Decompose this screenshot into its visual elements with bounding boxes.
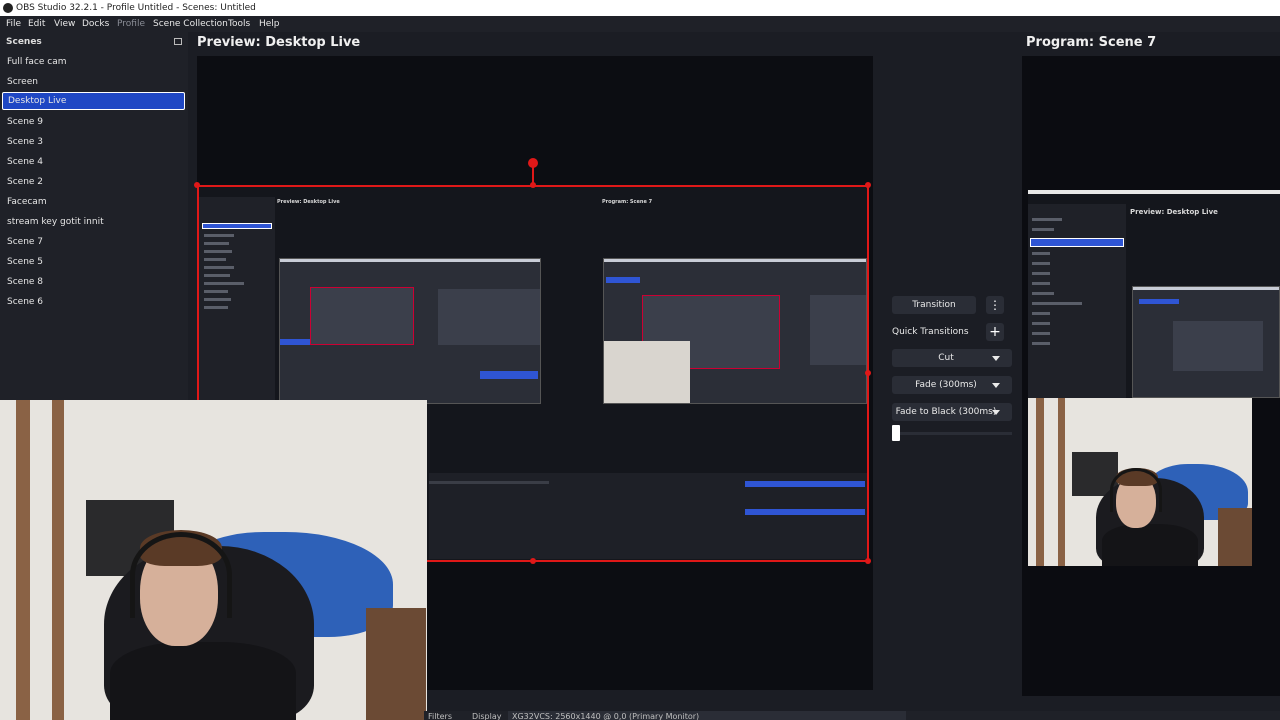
scene-item-scene-9[interactable]: Scene 9 <box>2 113 185 131</box>
rotation-handle[interactable] <box>528 158 538 168</box>
title-bar: OBS Studio 32.2.1 - Profile Untitled - S… <box>0 0 1280 16</box>
scenes-dock: Scenes Full face cam Screen Desktop Live… <box>0 32 188 400</box>
filters-button[interactable]: Filters <box>428 712 452 720</box>
t-bar-track[interactable] <box>892 432 1012 435</box>
scene-item-desktop-live[interactable]: Desktop Live <box>2 92 185 110</box>
float-dock-icon[interactable] <box>174 38 182 45</box>
program-webcam <box>1028 398 1252 566</box>
webcam-overlay <box>0 400 427 720</box>
quick-transitions-label: Quick Transitions <box>892 327 969 337</box>
bottom-bar: Filters Display XG32VCS: 2560x1440 @ 0,0… <box>424 711 1280 720</box>
t-bar-slider[interactable] <box>892 425 900 441</box>
scene-item-scene-5[interactable]: Scene 5 <box>2 253 185 271</box>
program-nested-title: Preview: Desktop Live <box>1130 208 1218 216</box>
menu-bar: File Edit View Docks Profile Scene Colle… <box>0 16 1280 32</box>
resize-handle-b[interactable] <box>530 558 536 564</box>
menu-file[interactable]: File <box>6 16 21 32</box>
scene-item-stream-key[interactable]: stream key gotit innit <box>2 213 185 231</box>
scene-item-facecam[interactable]: Facecam <box>2 193 185 211</box>
scene-item-full-face-cam[interactable]: Full face cam <box>2 53 185 71</box>
obs-logo-icon <box>3 3 13 13</box>
quick-transition-cut[interactable]: Cut <box>892 349 1012 367</box>
nested-controls <box>429 473 867 559</box>
resize-handle-br[interactable] <box>865 558 871 564</box>
menu-help[interactable]: Help <box>259 16 280 32</box>
menu-profile[interactable]: Profile <box>117 16 145 32</box>
preview-title: Preview: Desktop Live <box>197 35 361 50</box>
chevron-down-icon[interactable] <box>992 383 1000 388</box>
program-display-capture: Preview: Desktop Live <box>1028 190 1280 398</box>
chevron-down-icon[interactable] <box>992 356 1000 361</box>
display-select-value: XG32VCS: 2560x1440 @ 0,0 (Primary Monito… <box>512 712 700 720</box>
resize-handle-r[interactable] <box>865 370 871 376</box>
scenes-header: Scenes <box>6 37 42 47</box>
transition-button[interactable]: Transition <box>892 296 976 314</box>
nested-preview-title: Preview: Desktop Live <box>277 199 340 205</box>
quick-transition-fade-label: Fade (300ms) <box>915 380 977 390</box>
nested-program-screen <box>603 258 867 404</box>
scene-item-scene-7[interactable]: Scene 7 <box>2 233 185 251</box>
resize-handle-t[interactable] <box>530 182 536 188</box>
quick-transition-fade-black[interactable]: Fade to Black (300ms) <box>892 403 1012 421</box>
scene-item-screen[interactable]: Screen <box>2 73 185 91</box>
scene-item-scene-4[interactable]: Scene 4 <box>2 153 185 171</box>
chevron-down-icon[interactable] <box>992 410 1000 415</box>
window-title: OBS Studio 32.2.1 - Profile Untitled - S… <box>16 3 256 13</box>
quick-transition-cut-label: Cut <box>938 353 954 363</box>
display-label: Display <box>472 712 502 720</box>
nested-selected-scene <box>202 223 272 229</box>
menu-scene-collection[interactable]: Scene Collection <box>153 16 228 32</box>
resize-handle-tr[interactable] <box>865 182 871 188</box>
menu-tools[interactable]: Tools <box>228 16 250 32</box>
nested-program-title: Program: Scene 7 <box>602 199 653 205</box>
quick-transition-fade[interactable]: Fade (300ms) <box>892 376 1012 394</box>
scene-item-scene-6[interactable]: Scene 6 <box>2 293 185 311</box>
scene-item-scene-8[interactable]: Scene 8 <box>2 273 185 291</box>
menu-docks[interactable]: Docks <box>82 16 109 32</box>
resize-handle-tl[interactable] <box>194 182 200 188</box>
menu-edit[interactable]: Edit <box>28 16 45 32</box>
quick-transition-fade-black-label: Fade to Black (300ms) <box>895 407 997 417</box>
program-title: Program: Scene 7 <box>1026 35 1157 50</box>
menu-view[interactable]: View <box>54 16 75 32</box>
scene-item-scene-3[interactable]: Scene 3 <box>2 133 185 151</box>
program-nested-screen <box>1132 286 1280 398</box>
scene-item-scene-2[interactable]: Scene 2 <box>2 173 185 191</box>
nested-preview-screen <box>279 258 541 404</box>
add-icon[interactable]: + <box>986 323 1004 341</box>
more-vertical-icon[interactable]: ⋮ <box>986 296 1004 314</box>
program-nested-scenes <box>1028 204 1126 398</box>
